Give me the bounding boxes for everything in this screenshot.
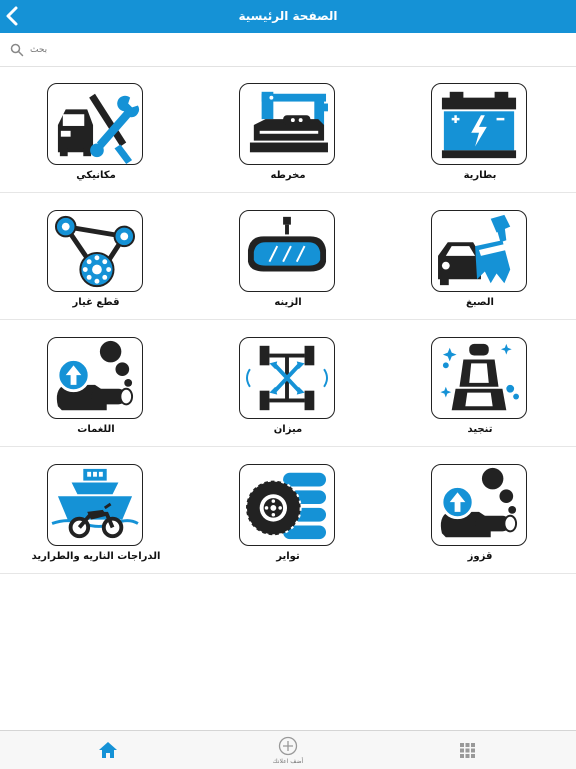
exhaust-upgrade-icon (56, 340, 134, 411)
timing-belt-icon (54, 215, 135, 288)
category-tile (431, 337, 527, 419)
top-navigation-bar: الصفحة الرئيسية (0, 0, 576, 33)
car-seat-icon (440, 343, 519, 411)
tab-categories[interactable] (438, 731, 498, 769)
category-upholstery[interactable]: تنجيد (384, 320, 576, 446)
category-motorcycles-boats[interactable]: الدراجات الناريه والطراريد (0, 447, 192, 573)
category-tires[interactable]: تواير (192, 447, 384, 573)
add-ad-label: أضف اعلانك (272, 758, 304, 765)
category-row: الدراجات الناريه والطراريد تواير قزوز (0, 447, 576, 574)
lathe-machine-icon (249, 91, 328, 153)
wheel-alignment-icon (246, 345, 328, 411)
category-label: قطع غيار (72, 297, 120, 308)
category-label: الدراجات الناريه والطراريد (31, 551, 161, 562)
category-alignment[interactable]: ميزان (192, 320, 384, 446)
bottom-tab-bar: أضف اعلانك (0, 730, 576, 769)
search-input[interactable] (28, 41, 552, 59)
category-label: تنجيد (467, 424, 493, 435)
exhaust-icon (440, 467, 518, 538)
grid-icon (460, 743, 475, 758)
category-grid: مكانيكي مخرطه بطارية قطع غيار الزينه الص… (0, 66, 576, 574)
category-tile (47, 337, 143, 419)
category-tile (47, 83, 143, 165)
category-exhaust-boost[interactable]: اللغمات (0, 320, 192, 446)
category-tile (239, 83, 335, 165)
category-label: مخرطه (270, 170, 306, 181)
category-row: اللغمات ميزان تنجيد (0, 320, 576, 447)
category-tile (431, 210, 527, 292)
category-spare-parts[interactable]: قطع غيار (0, 193, 192, 319)
tire-icon (245, 472, 327, 540)
category-label: قزوز (467, 551, 493, 562)
category-label: ميزان (273, 424, 303, 435)
boat-motorcycle-icon (51, 468, 139, 539)
category-label: مكانيكي (76, 170, 116, 181)
search-icon (10, 43, 24, 57)
category-label: تواير (276, 551, 300, 562)
category-tile (47, 210, 143, 292)
category-row: مكانيكي مخرطه بطارية (0, 66, 576, 193)
category-label: اللغمات (77, 424, 115, 435)
category-lathe[interactable]: مخرطه (192, 66, 384, 192)
category-tile (47, 464, 143, 546)
battery-icon (441, 91, 517, 159)
plus-circle-icon (278, 736, 298, 756)
tab-add-ad[interactable]: أضف اعلانك (258, 731, 318, 769)
category-paint[interactable]: الصبغ (384, 193, 576, 319)
category-exhaust[interactable]: قزوز (384, 447, 576, 573)
category-decoration[interactable]: الزينه (192, 193, 384, 319)
rearview-mirror-icon (247, 216, 327, 272)
search-bar (0, 33, 576, 67)
category-battery[interactable]: بطارية (384, 66, 576, 192)
category-label: الصبغ (466, 297, 494, 308)
category-mechanic[interactable]: مكانيكي (0, 66, 192, 192)
category-row: قطع غيار الزينه الصبغ (0, 193, 576, 320)
category-tile (239, 464, 335, 546)
mechanic-tools-icon (57, 93, 140, 164)
category-tile (239, 337, 335, 419)
car-paint-brush-icon (438, 214, 511, 286)
home-icon (99, 742, 117, 758)
category-tile (431, 464, 527, 546)
category-label: الزينه (274, 297, 302, 308)
category-label: بطارية (463, 170, 497, 181)
category-tile (431, 83, 527, 165)
category-tile (239, 210, 335, 292)
tab-home[interactable] (78, 731, 138, 769)
page-title: الصفحة الرئيسية (238, 9, 338, 23)
